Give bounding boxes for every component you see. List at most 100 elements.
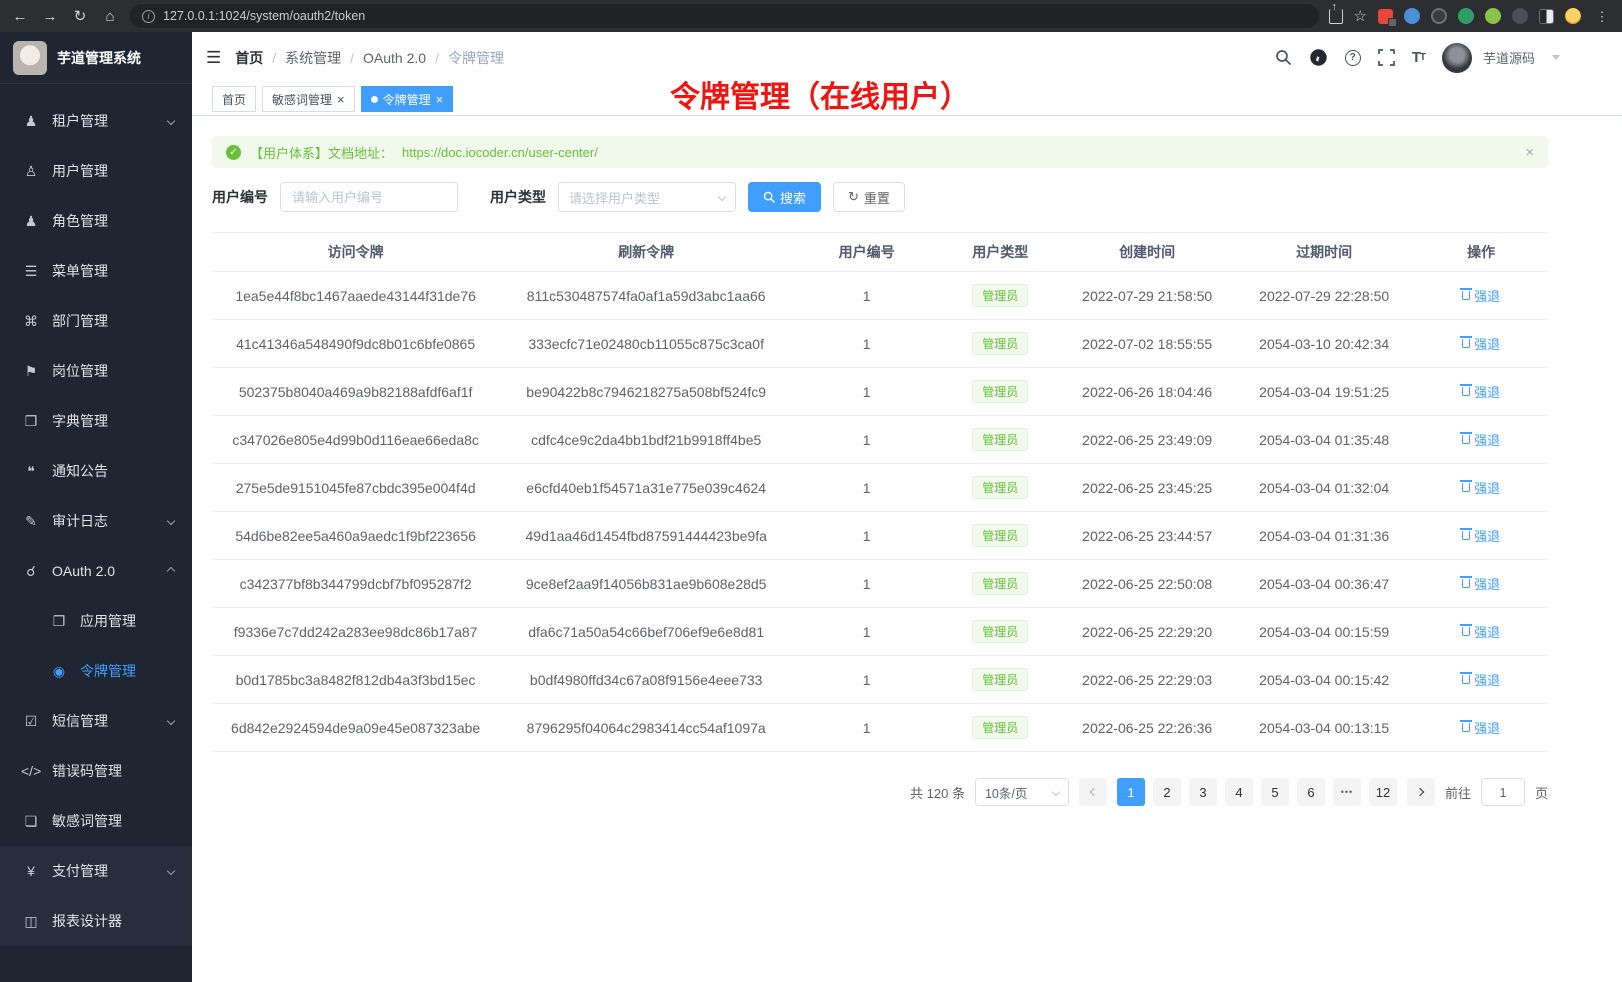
- error-code-icon: </>: [21, 763, 41, 779]
- delete-icon: [1462, 291, 1470, 300]
- force-logout-button[interactable]: 强退: [1462, 622, 1500, 641]
- post-icon: ⚑: [21, 363, 41, 380]
- force-logout-button[interactable]: 强退: [1462, 670, 1500, 689]
- sidebar-item-role[interactable]: ♟角色管理: [0, 196, 192, 246]
- page-button-12[interactable]: 12: [1369, 778, 1397, 806]
- force-logout-label: 强退: [1474, 382, 1500, 401]
- sidebar-item-error-code[interactable]: </>错误码管理: [0, 746, 192, 796]
- back-icon[interactable]: ←: [10, 9, 30, 24]
- doc-link[interactable]: https://doc.iocoder.cn/user-center/: [402, 145, 598, 160]
- user-name[interactable]: 芋道源码: [1483, 48, 1535, 67]
- font-size-icon[interactable]: TT: [1412, 49, 1425, 66]
- force-logout-button[interactable]: 强退: [1462, 526, 1500, 545]
- sidebar-toggle-icon[interactable]: ☰: [206, 48, 221, 68]
- sidebar-item-user[interactable]: ♙用户管理: [0, 146, 192, 196]
- force-logout-button[interactable]: 强退: [1462, 334, 1500, 353]
- sidebar-item-notice[interactable]: ❝通知公告: [0, 446, 192, 496]
- extension-green-icon[interactable]: [1458, 8, 1474, 24]
- user-avatar[interactable]: [1442, 43, 1472, 73]
- table-header-row: 访问令牌刷新令牌用户编号用户类型创建时间过期时间操作: [212, 232, 1548, 272]
- home-icon[interactable]: ⌂: [100, 9, 120, 24]
- sidebar-item-audit-log[interactable]: ✎审计日志: [0, 496, 192, 546]
- filter-form: 用户编号 用户类型 请选择用户类型 搜索 ↻ 重置: [212, 182, 1548, 212]
- alert-close-icon[interactable]: ×: [1525, 144, 1534, 161]
- bookmark-star-icon[interactable]: ☆: [1354, 7, 1367, 25]
- page-button-1[interactable]: 1: [1117, 778, 1145, 806]
- extension-red-icon[interactable]: [1378, 9, 1393, 24]
- tab-close-icon[interactable]: ×: [436, 93, 444, 106]
- breadcrumb-item[interactable]: 系统管理: [285, 48, 341, 68]
- github-icon[interactable]: [1309, 48, 1328, 67]
- sidebar-item-sensitive-word[interactable]: ❏敏感词管理: [0, 796, 192, 846]
- payment-icon: ¥: [21, 863, 41, 879]
- sidebar-item-token[interactable]: ◉令牌管理: [0, 646, 192, 696]
- force-logout-button[interactable]: 强退: [1462, 382, 1500, 401]
- access-token-cell: c347026e805e4d99b0d116eae66eda8c: [212, 432, 499, 448]
- extension-blue-icon[interactable]: [1404, 8, 1420, 24]
- search-icon[interactable]: [1275, 49, 1292, 66]
- reload-icon[interactable]: ↻: [70, 9, 90, 24]
- sidebar-item-tenant[interactable]: ♟租户管理: [0, 96, 192, 146]
- force-logout-button[interactable]: 强退: [1462, 718, 1500, 737]
- page-button-4[interactable]: 4: [1225, 778, 1253, 806]
- browser-menu-icon[interactable]: ⋮: [1592, 10, 1612, 23]
- tab-首页[interactable]: 首页: [212, 86, 256, 112]
- browser-actions: ☆ ⋮: [1329, 7, 1612, 25]
- tab-敏感词管理[interactable]: 敏感词管理×: [262, 86, 355, 112]
- prev-page-button[interactable]: [1079, 778, 1107, 806]
- force-logout-label: 强退: [1474, 670, 1500, 689]
- force-logout-button[interactable]: 强退: [1462, 478, 1500, 497]
- url-text: 127.0.0.1:1024/system/oauth2/token: [163, 9, 365, 23]
- tab-close-icon[interactable]: ×: [337, 93, 345, 106]
- refresh-token-cell: be90422b8c7946218275a508bf524fc9: [499, 384, 793, 400]
- page-button-2[interactable]: 2: [1153, 778, 1181, 806]
- sidebar-item-sms[interactable]: ☑短信管理: [0, 696, 192, 746]
- extension-paw-icon[interactable]: [1512, 8, 1528, 24]
- tab-令牌管理[interactable]: 令牌管理×: [361, 86, 454, 112]
- help-icon[interactable]: ?: [1345, 50, 1361, 66]
- sidebar-item-dict[interactable]: ❒字典管理: [0, 396, 192, 446]
- extension-dark-icon[interactable]: [1431, 8, 1447, 24]
- user-type-tag: 管理员: [972, 620, 1028, 643]
- force-logout-button[interactable]: 强退: [1462, 574, 1500, 593]
- force-logout-button[interactable]: 强退: [1462, 430, 1500, 449]
- sidebar-item-post[interactable]: ⚑岗位管理: [0, 346, 192, 396]
- site-info-icon[interactable]: i: [142, 10, 155, 23]
- profile-avatar-icon[interactable]: [1565, 8, 1581, 24]
- user-id-input[interactable]: [280, 182, 458, 212]
- page-button-5[interactable]: 5: [1261, 778, 1289, 806]
- page-size-select[interactable]: 10条/页: [975, 778, 1069, 806]
- pagination: 共 120 条 10条/页 123456•••12 前往 页: [212, 778, 1548, 806]
- user-icon: ♙: [21, 163, 41, 180]
- page-button-6[interactable]: 6: [1297, 778, 1325, 806]
- sidebar-item-app[interactable]: ❐应用管理: [0, 596, 192, 646]
- extension-puzzle-icon[interactable]: [1485, 8, 1501, 24]
- user-type-select[interactable]: 请选择用户类型: [558, 182, 736, 212]
- share-icon[interactable]: [1329, 9, 1343, 24]
- fullscreen-icon[interactable]: [1378, 49, 1395, 66]
- sidebar-item-menu[interactable]: ☰菜单管理: [0, 246, 192, 296]
- address-bar[interactable]: i 127.0.0.1:1024/system/oauth2/token: [130, 4, 1319, 28]
- sidebar-item-oauth[interactable]: ☌OAuth 2.0: [0, 546, 192, 596]
- sidebar-item-report-designer[interactable]: ◫报表设计器: [0, 896, 192, 946]
- audit-log-icon: ✎: [21, 513, 41, 530]
- page-button-3[interactable]: 3: [1189, 778, 1217, 806]
- reset-button[interactable]: ↻ 重置: [833, 182, 905, 212]
- sidebar-item-dept[interactable]: ⌘部门管理: [0, 296, 192, 346]
- created-time-cell: 2022-06-25 23:45:25: [1060, 480, 1234, 496]
- refresh-token-cell: 811c530487574fa0af1a59d3abc1aa66: [499, 288, 793, 304]
- app-logo[interactable]: 芋道管理系统: [0, 32, 192, 84]
- search-button[interactable]: 搜索: [748, 182, 821, 212]
- breadcrumb-item[interactable]: 首页: [235, 48, 263, 68]
- forward-icon[interactable]: →: [40, 9, 60, 24]
- theme-toggle-icon[interactable]: [1539, 9, 1554, 24]
- sidebar-item-payment[interactable]: ¥支付管理: [0, 846, 192, 896]
- goto-page-input[interactable]: [1481, 778, 1525, 806]
- breadcrumb-item[interactable]: OAuth 2.0: [363, 50, 426, 66]
- more-pages-button[interactable]: •••: [1333, 778, 1361, 806]
- next-page-button[interactable]: [1407, 778, 1435, 806]
- oauth-icon: ☌: [21, 563, 41, 580]
- force-logout-button[interactable]: 强退: [1462, 286, 1500, 305]
- user-menu-caret-icon[interactable]: [1552, 55, 1560, 60]
- chevron-down-icon: [718, 193, 726, 201]
